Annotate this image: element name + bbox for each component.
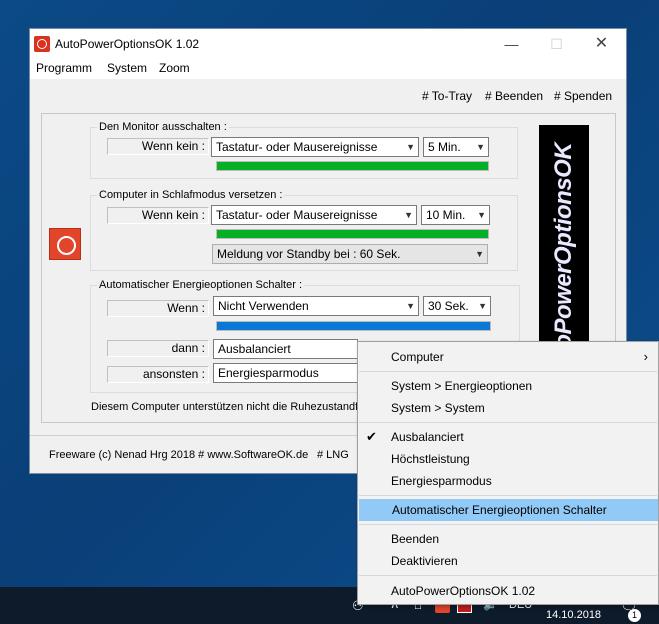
menu-system[interactable]: System	[107, 61, 147, 75]
menu-programm[interactable]: Programm	[36, 61, 92, 75]
menu-item-version[interactable]: AutoPowerOptionsOK 1.02	[358, 580, 658, 602]
notification-badge: 1	[628, 609, 641, 622]
chevron-down-icon: ▼	[478, 301, 487, 311]
chevron-down-icon: ▼	[476, 142, 485, 152]
auto-else-select[interactable]: Energiesparmodus	[213, 363, 358, 383]
chevron-down-icon: ▼	[404, 210, 413, 220]
to-tray-link[interactable]: # To-Tray	[422, 89, 472, 103]
menu-item-deaktivieren[interactable]: Deaktivieren	[358, 550, 658, 572]
auto-then-value: Ausbalanciert	[218, 342, 291, 356]
monitor-progress-bar	[216, 161, 489, 171]
auto-time-value: 30 Sek.	[428, 299, 469, 313]
sleep-progress-bar	[216, 229, 489, 239]
chevron-down-icon: ▼	[406, 301, 415, 311]
standby-warning-select[interactable]: Meldung vor Standby bei : 60 Sek. ▼	[212, 244, 488, 264]
status-text: Diesem Computer unterstützen nicht die R…	[91, 401, 359, 413]
beenden-link[interactable]: # Beenden	[485, 89, 543, 103]
chevron-right-icon: ›	[643, 349, 648, 364]
menu-item-energiesparmodus[interactable]: Energiesparmodus	[358, 470, 658, 492]
auto-then-select[interactable]: Ausbalanciert	[213, 339, 358, 359]
chevron-down-icon: ▼	[475, 249, 484, 259]
auto-else-label: ansonsten :	[107, 366, 209, 383]
menu-item-energieoptionen[interactable]: System > Energieoptionen	[358, 375, 658, 397]
sleep-time-value: 10 Min.	[426, 208, 466, 222]
menu-bar: Programm System Zoom	[30, 59, 626, 79]
menu-item-system[interactable]: System > System	[358, 397, 658, 419]
sleep-time-select[interactable]: 10 Min. ▼	[421, 205, 490, 225]
monitor-time-value: 5 Min.	[428, 140, 461, 154]
auto-switch-group-title: Automatischer Energieoptionen Schalter :	[97, 279, 305, 291]
footer-credits[interactable]: Freeware (c) Nenad Hrg 2018 # www.Softwa…	[49, 449, 308, 461]
monitor-time-select[interactable]: 5 Min. ▼	[423, 137, 489, 157]
sleep-label: Wenn kein :	[107, 207, 209, 224]
auto-time-select[interactable]: 30 Sek. ▼	[423, 296, 491, 316]
monitor-label: Wenn kein :	[107, 138, 209, 155]
auto-else-value: Energiesparmodus	[218, 366, 319, 380]
auto-when-select[interactable]: Nicht Verwenden ▼	[213, 296, 419, 316]
menu-item-hoechstleistung[interactable]: Höchstleistung	[358, 448, 658, 470]
context-menu: Computer › System > Energieoptionen Syst…	[357, 341, 659, 605]
sleep-event-select[interactable]: Tastatur- oder Mausereignisse ▼	[211, 205, 417, 225]
menu-separator	[359, 495, 657, 496]
spenden-link[interactable]: # Spenden	[554, 89, 612, 103]
standby-warning-value: Meldung vor Standby bei : 60 Sek.	[217, 247, 401, 261]
menu-separator	[359, 371, 657, 372]
title-bar[interactable]: AutoPowerOptionsOK 1.02 — ☐ ✕	[30, 29, 626, 59]
sleep-event-value: Tastatur- oder Mausereignisse	[216, 208, 378, 222]
chevron-down-icon: ▼	[477, 210, 486, 220]
auto-when-value: Nicht Verwenden	[218, 299, 309, 313]
chevron-down-icon: ▼	[406, 142, 415, 152]
menu-item-computer-label: Computer	[391, 350, 444, 364]
auto-when-label: Wenn :	[107, 300, 209, 317]
auto-progress-bar	[216, 321, 491, 331]
monitor-event-select[interactable]: Tastatur- oder Mausereignisse ▼	[211, 137, 419, 157]
menu-item-beenden[interactable]: Beenden	[358, 528, 658, 550]
monitor-group-title: Den Monitor ausschalten :	[97, 121, 229, 133]
menu-zoom[interactable]: Zoom	[159, 61, 190, 75]
menu-separator	[359, 422, 657, 423]
menu-item-ausbalanciert[interactable]: ✔ Ausbalanciert	[358, 426, 658, 448]
close-button[interactable]: ✕	[579, 29, 624, 59]
language-link[interactable]: # LNG	[317, 449, 349, 461]
sleep-group-title: Computer in Schlafmodus versetzen :	[97, 189, 285, 201]
clock-date[interactable]: 14.10.2018	[546, 609, 601, 621]
checkmark-icon: ✔	[366, 429, 377, 444]
auto-then-label: dann :	[107, 340, 209, 357]
monitor-event-value: Tastatur- oder Mausereignisse	[216, 140, 378, 154]
maximize-button[interactable]: ☐	[534, 29, 579, 59]
menu-item-auto-switch[interactable]: Automatischer Energieoptionen Schalter	[359, 499, 658, 521]
minimize-button[interactable]: —	[489, 29, 534, 59]
window-title: AutoPowerOptionsOK 1.02	[55, 37, 200, 51]
app-icon	[34, 36, 50, 52]
menu-item-computer[interactable]: Computer ›	[358, 346, 658, 368]
menu-separator	[359, 575, 657, 576]
app-logo-icon	[49, 228, 81, 260]
menu-separator	[359, 524, 657, 525]
menu-item-ausbalanciert-label: Ausbalanciert	[391, 430, 464, 444]
